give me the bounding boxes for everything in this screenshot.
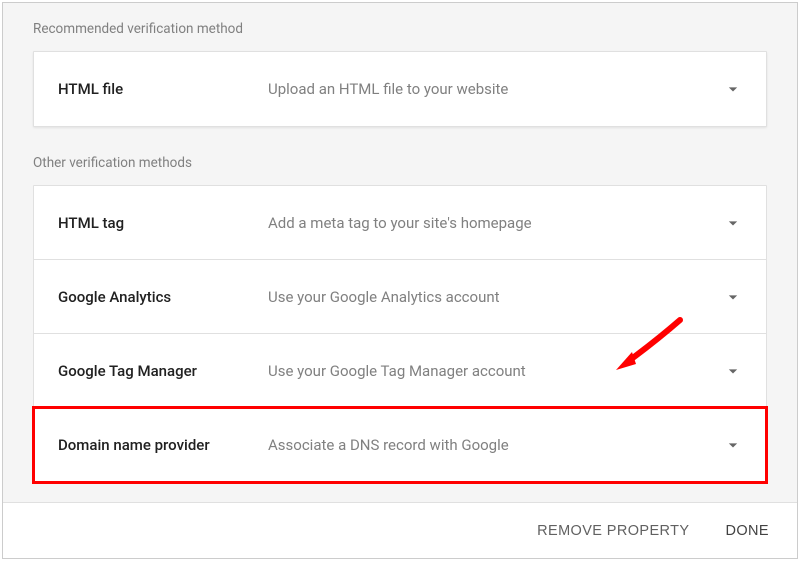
recommended-method-list: HTML file Upload an HTML file to your we… bbox=[33, 51, 767, 127]
verification-dialog: Recommended verification method HTML fil… bbox=[2, 2, 798, 559]
chevron-down-icon bbox=[722, 212, 744, 234]
other-section-label: Other verification methods bbox=[33, 155, 767, 171]
dialog-footer: REMOVE PROPERTY DONE bbox=[3, 502, 797, 558]
method-google-tag-manager[interactable]: Google Tag Manager Use your Google Tag M… bbox=[34, 334, 766, 408]
method-desc: Upload an HTML file to your website bbox=[268, 80, 722, 98]
method-html-tag[interactable]: HTML tag Add a meta tag to your site's h… bbox=[34, 186, 766, 260]
method-google-analytics[interactable]: Google Analytics Use your Google Analyti… bbox=[34, 260, 766, 334]
method-title: Domain name provider bbox=[58, 436, 268, 454]
method-desc: Use your Google Analytics account bbox=[268, 288, 722, 306]
method-title: Google Tag Manager bbox=[58, 362, 268, 380]
dialog-content: Recommended verification method HTML fil… bbox=[3, 3, 797, 502]
chevron-down-icon bbox=[722, 286, 744, 308]
recommended-section-label: Recommended verification method bbox=[33, 21, 767, 37]
method-domain-name-provider[interactable]: Domain name provider Associate a DNS rec… bbox=[34, 408, 766, 482]
method-title: Google Analytics bbox=[58, 288, 268, 306]
other-method-list: HTML tag Add a meta tag to your site's h… bbox=[33, 185, 767, 483]
remove-property-button[interactable]: REMOVE PROPERTY bbox=[533, 515, 693, 547]
method-desc: Use your Google Tag Manager account bbox=[268, 362, 722, 380]
method-html-file[interactable]: HTML file Upload an HTML file to your we… bbox=[34, 52, 766, 126]
method-title: HTML file bbox=[58, 80, 268, 98]
chevron-down-icon bbox=[722, 434, 744, 456]
done-button[interactable]: DONE bbox=[722, 515, 774, 547]
method-desc: Associate a DNS record with Google bbox=[268, 436, 722, 454]
method-desc: Add a meta tag to your site's homepage bbox=[268, 214, 722, 232]
chevron-down-icon bbox=[722, 360, 744, 382]
chevron-down-icon bbox=[722, 78, 744, 100]
method-title: HTML tag bbox=[58, 214, 268, 232]
